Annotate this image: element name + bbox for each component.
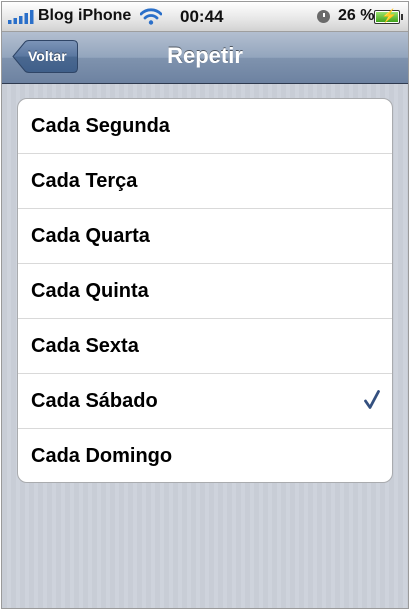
carrier-name: Blog iPhone [38,7,132,24]
option-label: Cada Quarta [31,225,150,247]
option-row-sabado[interactable]: Cada Sábado [18,374,392,429]
alarm-clock-icon [317,10,330,23]
battery-charging-icon: ⚡ [374,9,403,24]
signal-bars-icon [8,10,34,24]
option-label: Cada Segunda [31,115,170,137]
option-label: Cada Sexta [31,335,139,357]
option-label: Cada Domingo [31,445,173,467]
checkmark-icon [364,390,380,409]
option-label: Cada Terça [31,170,138,192]
page-title: Repetir [167,43,243,68]
option-row-domingo[interactable]: Cada Domingo [18,429,392,482]
option-row-quarta[interactable]: Cada Quarta [18,209,392,264]
phone-screen: Blog iPhone 00:44 26 % ⚡ Voltar Repetir … [1,1,409,609]
battery-percentage: 26 % [338,7,375,24]
repeat-options-list: Cada Segunda Cada Terça Cada Quarta Cada… [17,98,393,483]
status-bar: Blog iPhone 00:44 26 % ⚡ [2,2,408,32]
wifi-icon [140,8,162,25]
option-row-sexta[interactable]: Cada Sexta [18,319,392,374]
option-row-quinta[interactable]: Cada Quinta [18,264,392,319]
navigation-bar: Voltar Repetir [2,32,408,84]
option-row-segunda[interactable]: Cada Segunda [18,99,392,154]
option-label: Cada Quinta [31,280,149,302]
option-row-terca[interactable]: Cada Terça [18,154,392,209]
clock-time: 00:44 [180,7,224,26]
option-label: Cada Sábado [31,390,158,412]
